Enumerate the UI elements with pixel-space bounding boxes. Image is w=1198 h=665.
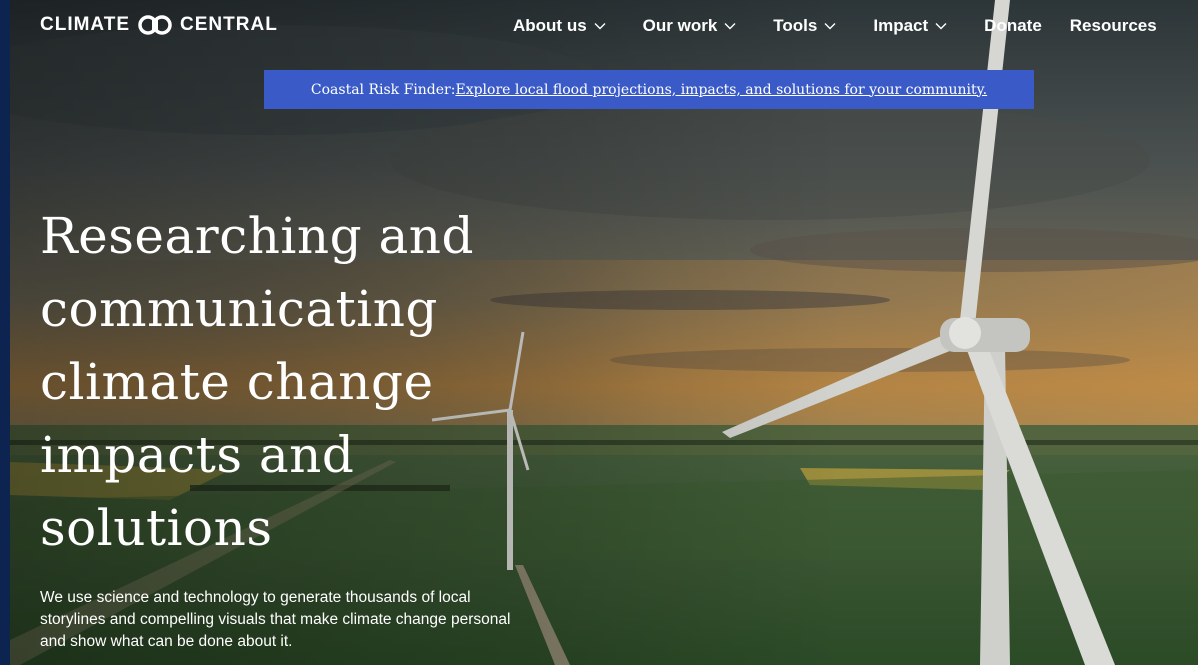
hero-subtext: We use science and technology to generat… bbox=[40, 587, 620, 653]
nav-item-tools[interactable]: Tools bbox=[773, 16, 836, 36]
nav-item-label: Resources bbox=[1069, 16, 1157, 35]
nav-item-about-us[interactable]: About us bbox=[513, 16, 606, 36]
banner-prefix: Coastal Risk Finder: bbox=[310, 81, 456, 98]
chevron-down-icon bbox=[824, 23, 836, 30]
subtext-line: storylines and compelling visuals that m… bbox=[40, 611, 511, 628]
subtext-line: and show what can be done about it. bbox=[40, 633, 293, 650]
chevron-down-icon bbox=[935, 23, 947, 30]
chevron-down-icon bbox=[724, 23, 736, 30]
linked-circles-logo-icon bbox=[138, 15, 172, 35]
nav-item-impact[interactable]: Impact bbox=[873, 16, 947, 36]
headline-line: climate change bbox=[40, 353, 434, 411]
coastal-risk-banner: Coastal Risk Finder: Explore local flood… bbox=[264, 70, 1034, 109]
chevron-down-icon bbox=[594, 23, 606, 30]
nav-item-label: Impact bbox=[873, 16, 929, 35]
banner-link[interactable]: Explore local flood projections, impacts… bbox=[455, 82, 987, 98]
subtext-line: We use science and technology to generat… bbox=[40, 589, 471, 606]
nav-item-label: Our work bbox=[642, 16, 718, 35]
logo-text-left: CLIMATE bbox=[40, 14, 131, 35]
nav-item-label: Tools bbox=[773, 16, 818, 35]
top-navigation: CLIMATE CENTRAL About us Our work Tools … bbox=[10, 0, 1198, 56]
nav-item-label: About us bbox=[513, 16, 587, 35]
hero-section: CLIMATE CENTRAL About us Our work Tools … bbox=[10, 0, 1198, 665]
headline-line: communicating bbox=[40, 280, 438, 338]
headline-line: impacts and bbox=[40, 426, 355, 484]
headline-line: solutions bbox=[40, 499, 273, 557]
main-menu: About us Our work Tools Impact Donate Re… bbox=[513, 16, 1185, 36]
nav-item-our-work[interactable]: Our work bbox=[643, 16, 737, 36]
hero-headline: Researching and communicating climate ch… bbox=[40, 200, 560, 565]
logo-text-right: CENTRAL bbox=[180, 14, 278, 35]
nav-item-label: Donate bbox=[984, 16, 1042, 35]
nav-item-donate[interactable]: Donate bbox=[984, 16, 1042, 36]
headline-line: Researching and bbox=[40, 207, 475, 265]
nav-item-resources[interactable]: Resources bbox=[1070, 16, 1157, 36]
climate-central-logo[interactable]: CLIMATE CENTRAL bbox=[40, 14, 278, 36]
window-frame: CLIMATE CENTRAL About us Our work Tools … bbox=[0, 0, 1198, 665]
